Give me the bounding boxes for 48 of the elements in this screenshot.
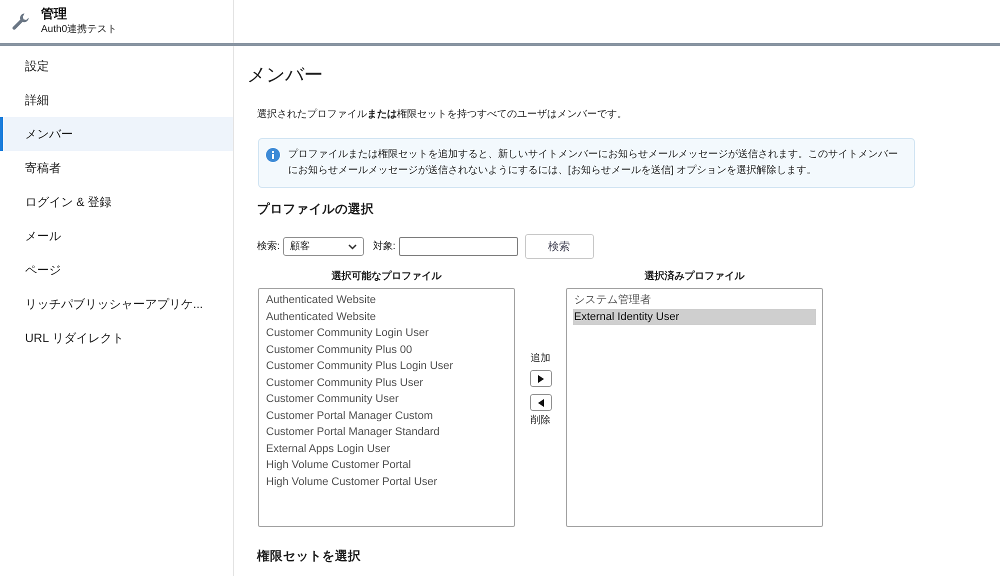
sidebar-item[interactable]: メンバー — [0, 117, 233, 151]
header-title: 管理 — [41, 6, 68, 22]
wrench-icon — [11, 12, 31, 32]
sidebar-item[interactable]: ページ — [0, 253, 233, 287]
info-text: プロファイルまたは権限セットを追加すると、新しいサイトメンバーにお知らせメールメッセージが送信されます。このサイトメンバーにお知らせメールメッセージが送信されないようにするには、[お知らせメールを送信] オプションを選択解除します。 — [288, 148, 899, 178]
section-heading: プロファイルの選択 — [257, 200, 375, 218]
add-label: 追加 — [530, 352, 550, 366]
list-option[interactable]: External Identity User — [573, 308, 816, 326]
search-label: 検索: — [257, 240, 280, 254]
list-option[interactable]: Customer Portal Manager Custom — [265, 408, 508, 424]
list-heading: 選択済みプロファイル — [644, 269, 744, 284]
sidebar-item[interactable]: メール — [0, 219, 233, 253]
list-option[interactable]: High Volume Customer Portal — [265, 457, 508, 474]
sidebar-item[interactable]: URL リダイレクト — [0, 321, 233, 355]
target-field[interactable] — [398, 237, 518, 256]
sidebar-item[interactable]: 設定 — [0, 49, 233, 83]
list-option[interactable]: High Volume Customer Portal User — [265, 474, 508, 490]
sidebar-item[interactable]: 詳細 — [0, 83, 233, 117]
sidebar-item[interactable]: リッチパブリッシャーアプリケ... — [0, 287, 233, 321]
list-option[interactable]: Customer Community User — [265, 391, 508, 408]
caret-icon — [348, 244, 357, 250]
sidebar-item[interactable]: 寄稿者 — [0, 151, 233, 185]
list-heading: 選択可能なプロファイル — [332, 269, 442, 284]
add-button[interactable] — [530, 370, 552, 388]
target-label: 対象: — [372, 240, 396, 254]
list-option[interactable]: Customer Portal Manager Standard — [265, 424, 508, 441]
list-option[interactable]: Authenticated Website — [265, 308, 508, 326]
list-option[interactable]: Authenticated Website — [265, 292, 508, 309]
remove-label: 削除 — [530, 414, 550, 428]
selected-profiles-list[interactable]: システム管理者 External Identity User — [566, 288, 823, 528]
list-option[interactable]: Customer Community Plus 00 — [265, 342, 508, 358]
description-text: 選択されたプロファイルまたは権限セットを持つすべてのユーザはメンバーです。 — [257, 108, 628, 122]
search-dropdown[interactable]: 顧客 — [282, 237, 364, 256]
right-triangle-icon — [538, 374, 544, 383]
list-option[interactable]: Customer Community Login User — [265, 325, 508, 342]
list-option[interactable]: システム管理者 — [573, 292, 816, 309]
list-option[interactable]: Customer Community Plus Login User — [265, 358, 508, 375]
header-subtitle: Auth0連携テスト — [41, 24, 118, 37]
list-option[interactable]: Customer Community Plus User — [265, 374, 508, 392]
search-button[interactable]: 検索 — [524, 234, 594, 260]
sidebar-item[interactable]: ログイン & 登録 — [0, 185, 233, 219]
available-profiles-list[interactable] — [258, 288, 515, 528]
info-icon — [266, 148, 280, 162]
left-triangle-icon — [538, 398, 544, 407]
section-heading: 権限セットを選択 — [257, 548, 362, 566]
list-option[interactable]: External Apps Login User — [265, 440, 508, 458]
page-title: メンバー — [247, 64, 324, 88]
remove-button[interactable] — [530, 394, 552, 412]
